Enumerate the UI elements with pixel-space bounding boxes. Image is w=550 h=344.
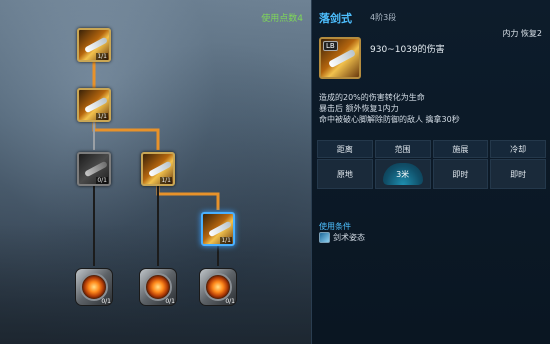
sword-icon <box>147 160 173 178</box>
skill-node-2[interactable]: 1/1 <box>77 88 111 122</box>
skill-node-level: 1/1 <box>220 237 232 244</box>
skill-node-3[interactable]: 0/1 <box>77 152 111 186</box>
skill-icon: LB <box>319 37 361 79</box>
keybind-badge: LB <box>323 41 338 51</box>
attr-value-range: 3米 <box>374 159 431 189</box>
skill-node-round-1[interactable]: 0/1 <box>75 268 113 306</box>
attr-value-cooldown: 即时 <box>490 159 546 189</box>
skill-node-5-selected[interactable]: 1/1 <box>201 212 235 246</box>
attr-header-cast: 施展 <box>432 140 489 158</box>
inner-power-recovery: 内力 恢复2 <box>502 29 542 38</box>
skill-attributes-table: 距离 范围 施展 冷却 原地 3米 即时 即时 <box>317 140 546 189</box>
use-condition-item: 剑术姿态 <box>319 232 365 243</box>
attr-value-cast: 即时 <box>432 159 489 189</box>
skill-node-1[interactable]: 1/1 <box>77 28 111 62</box>
skill-node-level: 1/1 <box>96 53 108 60</box>
skill-info-panel: 落剑式 4阶3段 内力 恢复2 LB 930~1039的伤害 造成的20%的伤害… <box>311 0 550 344</box>
sword-icon <box>327 48 357 69</box>
use-condition-title: 使用条件 <box>319 222 351 231</box>
skill-node-level: 0/1 <box>165 298 175 305</box>
skill-node-level: 0/1 <box>96 177 108 184</box>
attr-value-distance: 原地 <box>317 159 373 189</box>
attr-header-distance: 距离 <box>317 140 373 158</box>
skill-tree-panel: 使用点数4 1/1 1/1 0/1 1/1 1/1 0/1 0/1 0/1 <box>0 0 311 344</box>
skill-node-round-2[interactable]: 0/1 <box>139 268 177 306</box>
attr-header-cooldown: 冷却 <box>490 140 546 158</box>
fire-orb-icon <box>80 273 108 301</box>
stance-icon <box>319 232 330 243</box>
skill-node-round-3[interactable]: 0/1 <box>199 268 237 306</box>
effect-line: 暴击后 额外恢复1内力 <box>319 104 399 113</box>
skill-node-level: 0/1 <box>101 298 111 305</box>
skill-node-level: 0/1 <box>225 298 235 305</box>
range-fan-icon: 3米 <box>382 163 423 185</box>
effect-line: 命中被破心脚解除防御的敌人 擒拿30秒 <box>319 115 460 124</box>
connector-n4-n5 <box>156 184 220 210</box>
effect-line: 造成的20%的伤害转化为生命 <box>319 93 425 102</box>
use-condition-label: 剑术姿态 <box>333 233 365 242</box>
sword-icon <box>207 220 233 238</box>
sword-icon <box>83 36 109 54</box>
fire-orb-icon <box>144 273 172 301</box>
skill-node-level: 1/1 <box>160 177 172 184</box>
skill-damage: 930~1039的伤害 <box>370 45 445 55</box>
fire-orb-icon <box>204 273 232 301</box>
skill-node-4[interactable]: 1/1 <box>141 152 175 186</box>
sword-icon <box>83 160 109 178</box>
skill-node-level: 1/1 <box>96 113 108 120</box>
connector-n2-n4 <box>92 122 160 150</box>
sword-icon <box>83 96 109 114</box>
skill-name: 落剑式 <box>319 12 352 25</box>
skill-effects: 造成的20%的伤害转化为生命 暴击后 额外恢复1内力 命中被破心脚解除防御的敌人… <box>319 92 460 125</box>
attr-header-range: 范围 <box>374 140 431 158</box>
skill-rank: 4阶3段 <box>370 13 397 22</box>
